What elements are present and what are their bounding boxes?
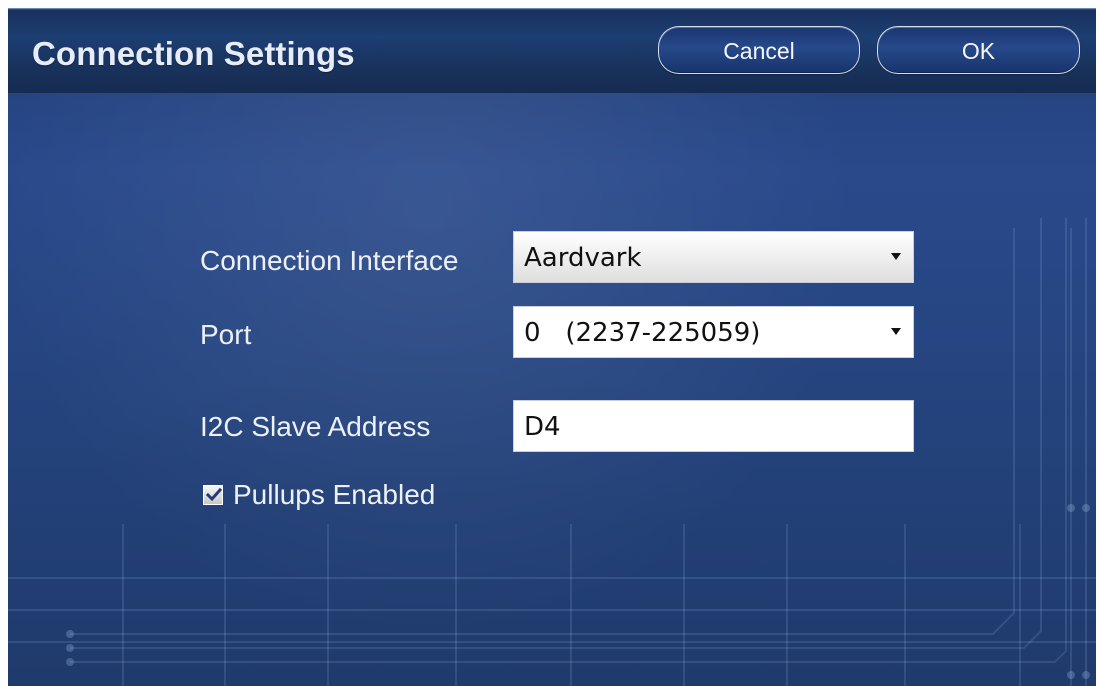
connection-interface-dropdown[interactable]: Aardvark: [513, 231, 914, 283]
chevron-down-icon: [891, 253, 901, 260]
cancel-button[interactable]: Cancel: [658, 26, 860, 74]
connection-interface-label: Connection Interface: [200, 245, 459, 276]
pullups-enabled-checkbox[interactable]: [203, 485, 223, 505]
i2c-slave-address-input[interactable]: D4: [513, 400, 914, 452]
port-dropdown[interactable]: 0 (2237-225059): [513, 306, 914, 358]
pullups-enabled-label: Pullups Enabled: [233, 479, 436, 510]
checkmark-icon: [206, 487, 222, 502]
i2c-slave-address-value: D4: [524, 412, 561, 442]
port-label: Port: [200, 319, 252, 350]
connection-interface-value: Aardvark: [524, 243, 642, 273]
i2c-slave-address-label: I2C Slave Address: [200, 411, 431, 442]
ok-button[interactable]: OK: [877, 26, 1080, 74]
window-title: Connection Settings: [32, 35, 355, 72]
title-bar: Connection Settings Cancel OK: [8, 8, 1096, 93]
connection-settings-window: Connection Settings Cancel OK Connection…: [8, 8, 1096, 686]
chevron-down-icon: [891, 328, 901, 335]
port-value: 0 (2237-225059): [524, 318, 761, 348]
